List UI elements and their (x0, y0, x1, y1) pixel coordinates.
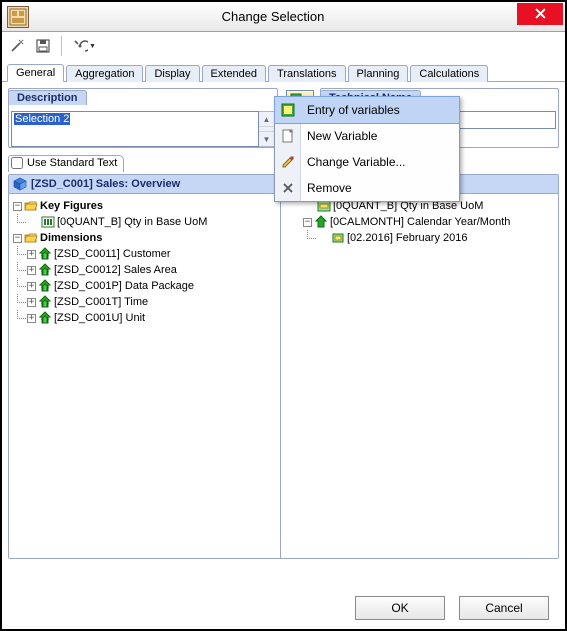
use-standard-text-label: Use Standard Text (27, 157, 117, 169)
dimension-item[interactable]: [ZSD_C001U] Unit (54, 310, 145, 326)
collapse-icon[interactable]: − (303, 218, 312, 227)
tree-group: [ZSD_C001] Sales: Overview − Key Figures (8, 174, 559, 559)
description-scrollbar[interactable]: ▲ ▼ (259, 111, 275, 147)
keyfigure-item[interactable]: [0QUANT_B] Qty in Base UoM (57, 214, 207, 230)
selection-tree[interactable]: [0QUANT_B] Qty in Base UoM − [0CALMONTH]… (281, 194, 558, 558)
title-bar: Change Selection (2, 2, 565, 32)
dimension-icon (38, 263, 52, 277)
new-icon (280, 128, 296, 144)
characteristic-icon (314, 215, 328, 229)
use-standard-text-tab[interactable]: Use Standard Text (8, 155, 124, 172)
dimension-icon (38, 295, 52, 309)
cube-icon (13, 177, 27, 191)
edit-icon (280, 154, 296, 170)
expand-icon[interactable]: + (27, 250, 36, 259)
toolbar-separator (61, 36, 62, 56)
source-tree[interactable]: − Key Figures [0QUANT_B] Qty in Base Uo (9, 194, 281, 558)
description-group: Description Selection 2 ▲ ▼ (8, 88, 278, 148)
context-menu: Entry of variables New Variable Change V… (274, 96, 460, 202)
tab-bar: General Aggregation Display Extended Tra… (2, 60, 565, 82)
value-icon (331, 231, 345, 245)
dimension-item[interactable]: [ZSD_C001T] Time (54, 294, 148, 310)
expand-icon[interactable]: + (27, 266, 36, 275)
dimension-icon (38, 247, 52, 261)
menu-new-variable[interactable]: New Variable (275, 123, 459, 149)
tab-planning[interactable]: Planning (348, 65, 409, 82)
dialog-window: Change Selection ▼ General Aggregation D… (0, 0, 567, 631)
wand-icon[interactable] (6, 35, 28, 57)
description-input[interactable]: Selection 2 (11, 111, 259, 147)
variables-icon (280, 102, 296, 118)
tree-header-text: [ZSD_C001] Sales: Overview (31, 178, 180, 190)
ok-button[interactable]: OK (355, 596, 445, 620)
folder-open-icon (24, 199, 38, 213)
menu-remove[interactable]: Remove (275, 175, 459, 201)
selected-value[interactable]: [02.2016] February 2016 (347, 230, 467, 246)
tab-extended[interactable]: Extended (202, 65, 266, 82)
expand-icon[interactable]: + (27, 282, 36, 291)
settings-dropdown-icon[interactable]: ▼ (69, 35, 99, 57)
app-icon (7, 6, 29, 28)
toolbar: ▼ (2, 32, 565, 60)
tab-calculations[interactable]: Calculations (410, 65, 488, 82)
menu-entry-of-variables[interactable]: Entry of variables (275, 97, 459, 123)
save-icon[interactable] (32, 35, 54, 57)
menu-change-variable[interactable]: Change Variable... (275, 149, 459, 175)
remove-icon (280, 180, 296, 196)
scroll-up-icon[interactable]: ▲ (259, 112, 274, 127)
collapse-icon[interactable]: − (13, 202, 22, 211)
selected-item[interactable]: [0CALMONTH] Calendar Year/Month (330, 214, 510, 230)
close-button[interactable] (517, 3, 563, 25)
dimension-icon (38, 279, 52, 293)
scroll-down-icon[interactable]: ▼ (259, 131, 274, 146)
use-standard-text-checkbox[interactable] (11, 157, 23, 169)
dimension-item[interactable]: [ZSD_C0012] Sales Area (54, 262, 177, 278)
dimension-item[interactable]: [ZSD_C001P] Data Package (54, 278, 194, 294)
tab-aggregation[interactable]: Aggregation (66, 65, 143, 82)
collapse-icon[interactable]: − (13, 234, 22, 243)
description-value: Selection 2 (14, 113, 70, 125)
key-figures-node[interactable]: Key Figures (40, 198, 103, 214)
expand-icon[interactable]: + (27, 314, 36, 323)
cancel-button[interactable]: Cancel (459, 596, 549, 620)
tab-general[interactable]: General (7, 64, 64, 82)
window-title: Change Selection (29, 9, 517, 24)
folder-open-icon (24, 231, 38, 245)
keyfigure-icon (41, 215, 55, 229)
description-label: Description (8, 90, 87, 105)
tab-translations[interactable]: Translations (268, 65, 346, 82)
dimension-icon (38, 311, 52, 325)
tab-display[interactable]: Display (145, 65, 199, 82)
dimensions-node[interactable]: Dimensions (40, 230, 102, 246)
dialog-footer: OK Cancel (4, 589, 563, 627)
dimension-item[interactable]: [ZSD_C0011] Customer (54, 246, 171, 262)
expand-icon[interactable]: + (27, 298, 36, 307)
